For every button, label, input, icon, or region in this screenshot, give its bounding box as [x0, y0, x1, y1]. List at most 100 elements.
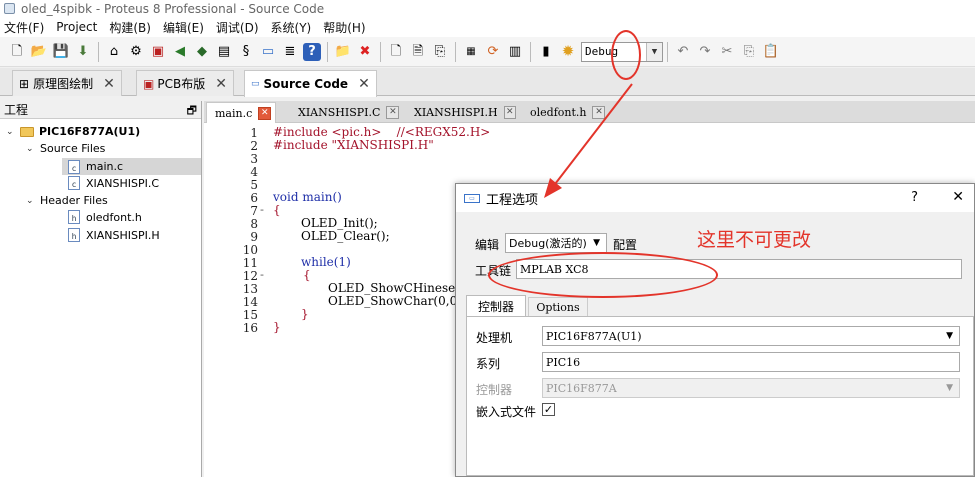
code-line: void main(): [273, 190, 342, 204]
menu-project[interactable]: Project: [56, 20, 97, 34]
family-label: 系列: [476, 357, 501, 371]
project-settings-icon[interactable]: ✹: [559, 43, 577, 61]
open-folder-icon[interactable]: 📂: [30, 43, 48, 61]
file-tab-label: XIANSHISPI.C: [298, 106, 381, 119]
build-project-icon[interactable]: ▦: [462, 43, 480, 61]
tab-label: PCB布版: [157, 77, 206, 91]
chevron-down-icon[interactable]: ⌄: [26, 144, 36, 154]
schematic-tab-icon: ⊞: [19, 76, 30, 91]
line-number: 10: [242, 243, 258, 257]
paste-icon[interactable]: 📋: [762, 43, 780, 61]
close-icon[interactable]: ✕: [358, 76, 370, 92]
chevron-down-icon[interactable]: ⌄: [6, 127, 16, 137]
redo-icon[interactable]: ↷: [696, 43, 714, 61]
tree-root[interactable]: ⌄ PIC16F877A(U1): [6, 125, 140, 138]
help-icon[interactable]: ?: [303, 42, 321, 61]
close-button[interactable]: ✕: [952, 189, 964, 205]
help-button[interactable]: ?: [911, 190, 918, 205]
menu-help[interactable]: 帮助(H): [323, 19, 365, 36]
save-icon[interactable]: 💾: [52, 43, 70, 61]
family-field[interactable]: PIC16: [542, 352, 960, 372]
import-icon[interactable]: ⬇: [74, 43, 92, 61]
design-explorer-icon[interactable]: ▭: [259, 43, 277, 61]
file-tab-main-c[interactable]: main.c ✕: [206, 102, 276, 123]
restore-icon[interactable]: 🗗: [187, 102, 197, 121]
pcb-icon[interactable]: ▣: [149, 43, 167, 61]
new-file-icon[interactable]: 🗋: [8, 43, 26, 61]
add-source-icon[interactable]: 🗎: [409, 43, 427, 61]
toolbar: 🗋 📂 💾 ⬇ ⌂ ⚙ ▣ ◀ ◆ ▤ § ▭ ≣ ? 📁 ✖ 🗋 🗎 ⎘ ▦ …: [0, 37, 975, 67]
code-line: OLED_ShowChar(0,0,: [328, 294, 462, 308]
annotation-arrow-icon: [544, 83, 633, 198]
processor-label: 处理机: [476, 331, 513, 345]
file-tab-xianshispi-c[interactable]: XIANSHISPI.C ✕: [290, 102, 400, 123]
copy-icon[interactable]: ⎘: [740, 43, 758, 61]
project-panel-header: 工程 🗗: [0, 101, 201, 119]
bom-icon[interactable]: ▤: [215, 43, 233, 61]
tab-controller[interactable]: 控制器: [466, 295, 526, 317]
new-source-icon[interactable]: 🗋: [387, 43, 405, 61]
close-project-icon[interactable]: ✖: [356, 43, 374, 61]
code-line: #include "XIANSHISPI.H": [273, 139, 434, 152]
tab-schematic[interactable]: ⊞ 原理图绘制 ✕: [12, 70, 122, 96]
home-icon[interactable]: ⌂: [105, 43, 123, 61]
processor-select[interactable]: PIC16F877A(U1) ▼: [542, 326, 960, 346]
export-icon[interactable]: ⎘: [431, 43, 449, 61]
line-number: 5: [250, 178, 258, 192]
tree-group-label: Source Files: [40, 142, 106, 155]
tree-file-label: XIANSHISPI.C: [86, 176, 160, 190]
open-project-icon[interactable]: 📁: [334, 43, 352, 61]
tree-file-label: main.c: [86, 160, 124, 173]
undo-icon[interactable]: ↶: [674, 43, 692, 61]
3d-view-icon[interactable]: ◆: [193, 43, 211, 61]
tree-group-header[interactable]: ⌄ Header Files: [26, 194, 108, 207]
family-value: PIC16: [546, 355, 581, 369]
menu-system[interactable]: 系统(Y): [271, 19, 312, 36]
fold-minus-icon[interactable]: -: [260, 203, 264, 216]
close-icon[interactable]: ✕: [103, 76, 115, 92]
file-tab-label: XIANSHISPI.H: [414, 106, 498, 119]
annotation-oval: [488, 252, 718, 298]
tree-file-xianshispi-h[interactable]: h XIANSHISPI.H: [68, 228, 160, 242]
notes-icon[interactable]: ≣: [281, 43, 299, 61]
controller-select: PIC16F877A ▼: [542, 378, 960, 398]
line-number: 16: [242, 321, 258, 335]
gerber-icon[interactable]: ◀: [171, 43, 189, 61]
config-select[interactable]: Debug(激活的) ▼: [505, 233, 607, 253]
close-icon[interactable]: ✕: [215, 76, 227, 92]
close-icon[interactable]: ✕: [258, 106, 272, 120]
tree-group-source[interactable]: ⌄ Source Files: [26, 142, 105, 155]
line-number: 3: [250, 152, 258, 166]
h-file-icon: h: [68, 210, 80, 224]
tab-pcb[interactable]: ▣ PCB布版 ✕: [136, 70, 234, 96]
embed-files-checkbox[interactable]: ✓: [542, 403, 555, 416]
tab-source-code[interactable]: ▭ Source Code ✕: [244, 70, 377, 97]
schematic-icon[interactable]: ⚙: [127, 43, 145, 61]
toolbar-separator: [530, 41, 531, 62]
tree-file-main-c[interactable]: c main.c: [62, 158, 201, 175]
fold-minus-icon[interactable]: -: [260, 268, 264, 281]
cut-icon[interactable]: ✂: [718, 43, 736, 61]
code-line: }: [273, 320, 281, 334]
menu-debug[interactable]: 调试(D): [216, 19, 259, 36]
close-icon[interactable]: ✕: [386, 106, 400, 119]
close-icon[interactable]: ✕: [503, 106, 516, 119]
rebuild-project-icon[interactable]: ⟳: [484, 43, 502, 61]
tree-file-oledfont-h[interactable]: h oledfont.h: [68, 210, 142, 224]
tab-options[interactable]: Options: [528, 297, 588, 317]
menu-build[interactable]: 构建(B): [109, 19, 151, 36]
menu-file[interactable]: 文件(F): [4, 19, 44, 36]
source-code-icon[interactable]: §: [237, 43, 255, 61]
line-number: 1: [250, 126, 258, 140]
tree-file-xianshispi-c[interactable]: c XIANSHISPI.C: [68, 176, 159, 190]
toolbar-separator: [380, 41, 381, 62]
menu-edit[interactable]: 编辑(E): [163, 19, 204, 36]
chevron-down-icon[interactable]: ⌄: [26, 196, 36, 206]
line-number: 13: [242, 282, 258, 296]
clean-project-icon[interactable]: ▥: [506, 43, 524, 61]
file-tab-xianshispi-h[interactable]: XIANSHISPI.H ✕: [406, 102, 516, 123]
chevron-down-icon: ▼: [593, 238, 600, 248]
chip-icon[interactable]: ▮: [537, 43, 555, 61]
controller-value: PIC16F877A: [546, 381, 617, 395]
tab-label: Source Code: [263, 77, 349, 91]
